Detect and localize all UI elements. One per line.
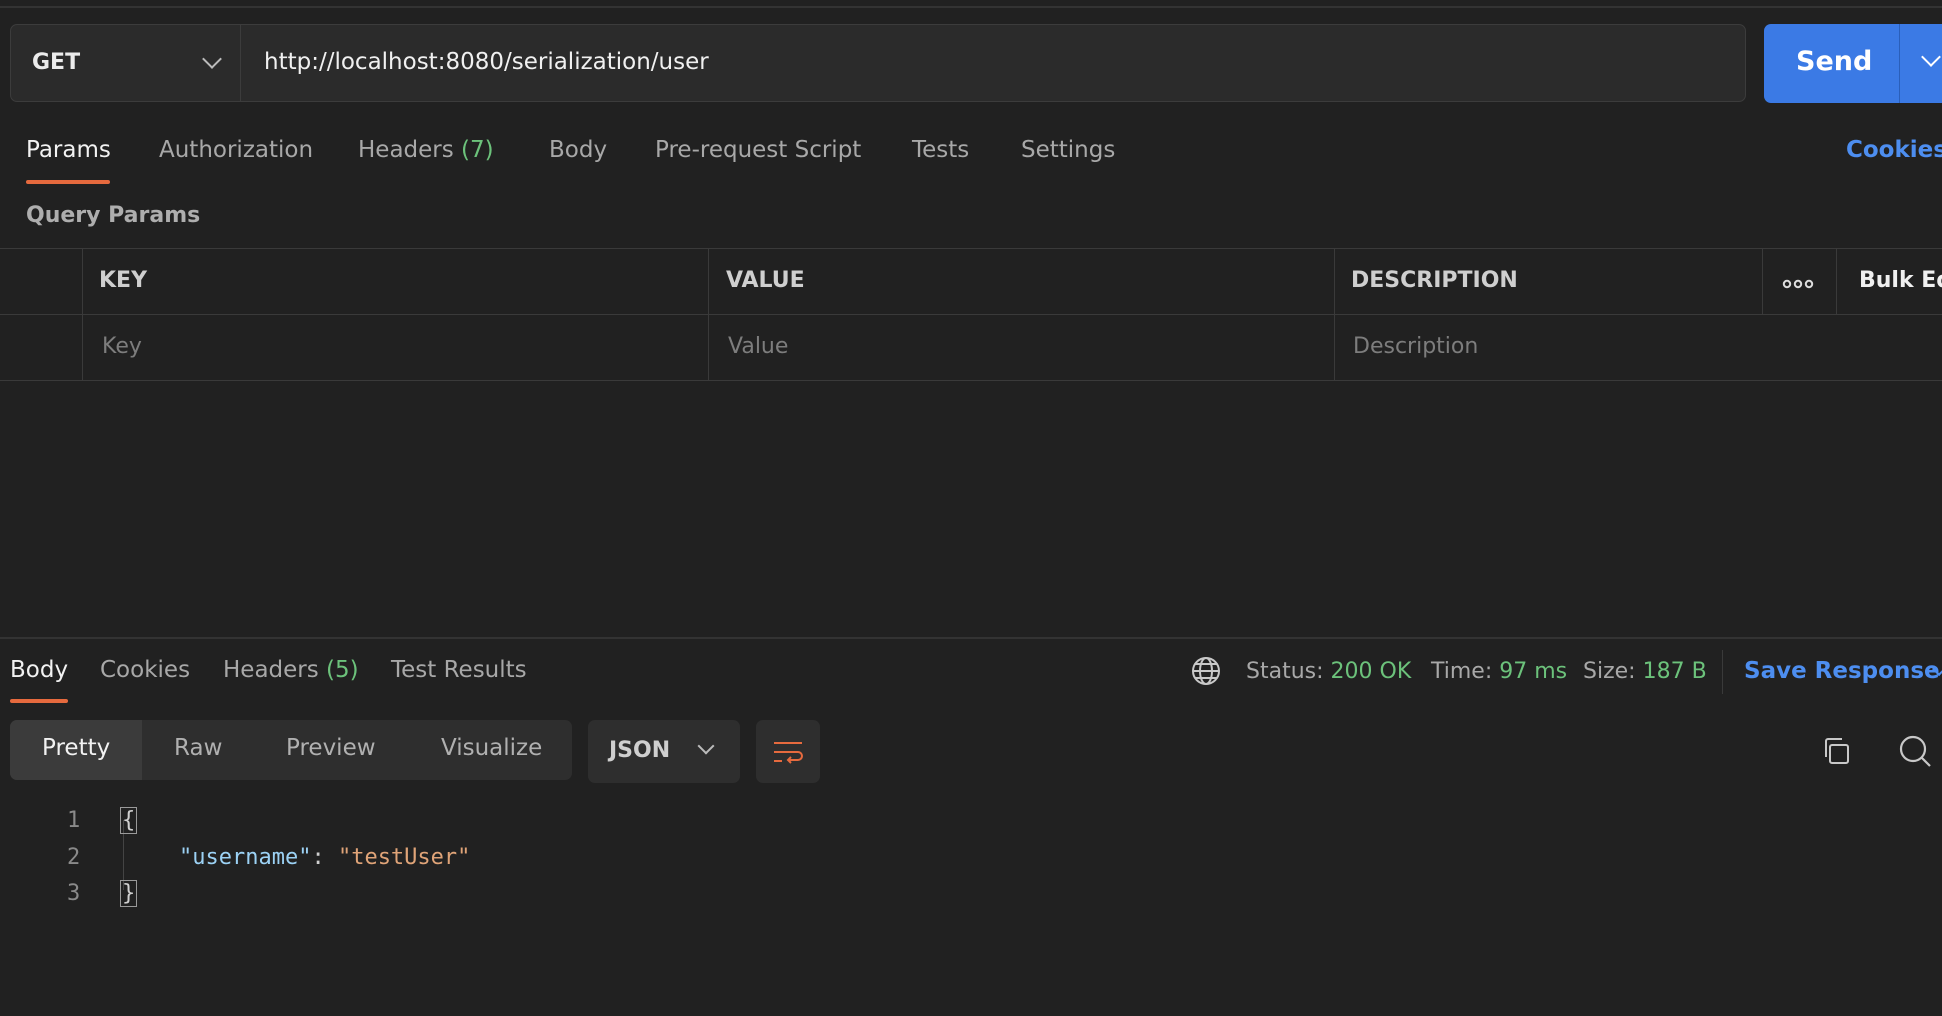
column-header-description: DESCRIPTION [1351,268,1518,293]
table-col-divider [1334,248,1335,380]
format-dropdown[interactable]: JSON [588,720,740,783]
time-readout[interactable]: Time: 97 ms [1431,659,1567,684]
wrap-lines-button[interactable] [756,720,820,783]
size-readout[interactable]: Size: 187 B [1583,659,1707,684]
save-response-button[interactable]: Save Response [1744,658,1940,684]
tab-headers[interactable]: Headers (7) [358,137,494,163]
chevron-down-icon [697,737,715,755]
search-icon[interactable] [1898,734,1932,772]
table-bottom-border [0,380,1942,381]
value-input[interactable]: Value [728,334,788,359]
view-mode-pretty[interactable]: Pretty [42,735,110,761]
headers-count: (7) [461,137,494,163]
status-readout[interactable]: Status: 200 OK [1246,659,1411,684]
table-header-border [0,314,1942,315]
code-line[interactable]: "username": "testUser" [179,845,470,870]
time-label: Time: [1431,659,1493,684]
code-line[interactable]: } [120,880,138,907]
send-label: Send [1796,46,1873,77]
table-col-divider [82,248,83,380]
format-label: JSON [609,738,671,763]
description-input[interactable]: Description [1353,334,1478,359]
status-value: 200 OK [1330,659,1412,684]
line-number: 1 [67,808,81,833]
response-active-tab-indicator [10,699,68,703]
close-brace: } [120,880,138,907]
response-tab-headers[interactable]: Headers (5) [223,657,359,683]
table-col-divider [1762,248,1763,314]
tab-body[interactable]: Body [549,137,607,163]
column-header-key: KEY [99,268,148,293]
response-headers-count: (5) [326,657,359,683]
url-input[interactable]: http://localhost:8080/serialization/user [264,49,709,75]
table-col-divider [708,248,709,380]
response-divider[interactable] [0,637,1942,639]
view-mode-visualize[interactable]: Visualize [441,735,542,761]
copy-icon[interactable] [1820,735,1852,771]
method-dropdown[interactable]: GET [11,25,241,101]
view-mode-switcher: Pretty Raw Preview Visualize [10,720,572,780]
status-label: Status: [1246,659,1324,684]
tab-tests[interactable]: Tests [912,137,969,163]
globe-icon[interactable] [1191,656,1221,690]
view-mode-raw[interactable]: Raw [174,735,222,761]
wrap-lines-icon [774,742,803,764]
table-top-border [0,248,1942,249]
send-options-chevron-icon[interactable] [1921,47,1941,67]
method-label: GET [32,50,81,75]
time-value: 97 ms [1499,659,1568,684]
size-value: 187 B [1642,659,1707,684]
open-brace: { [120,807,138,834]
line-number: 3 [67,881,81,906]
tab-pre-request-script[interactable]: Pre-request Script [655,137,861,163]
request-url-bar: GET http://localhost:8080/serialization/… [10,24,1746,102]
json-colon: : [311,845,338,870]
json-value: "testUser" [337,845,471,870]
column-header-value: VALUE [726,268,805,293]
key-input[interactable]: Key [102,334,142,359]
tab-params[interactable]: Params [26,137,111,163]
top-divider [0,6,1942,8]
line-number: 2 [67,845,81,870]
tab-headers-label: Headers [358,137,454,163]
table-col-divider [1836,248,1837,314]
query-params-title: Query Params [26,203,201,228]
response-headers-label: Headers [223,657,319,683]
response-tab-test-results[interactable]: Test Results [391,657,527,683]
chevron-down-icon [202,49,222,69]
code-line[interactable]: { [120,807,138,834]
bulk-edit-button[interactable]: Bulk Ed [1859,268,1942,293]
status-divider [1722,650,1723,694]
tab-settings[interactable]: Settings [1021,137,1115,163]
json-key: "username" [179,845,312,870]
size-label: Size: [1583,659,1636,684]
more-options-icon[interactable] [1782,275,1814,294]
cookies-link[interactable]: Cookies [1846,137,1942,163]
response-tab-cookies[interactable]: Cookies [100,657,190,683]
send-button[interactable]: Send [1764,24,1942,103]
view-mode-preview[interactable]: Preview [286,735,376,761]
tab-authorization[interactable]: Authorization [159,137,313,163]
response-tab-body[interactable]: Body [10,657,68,683]
send-divider [1899,24,1900,103]
active-tab-indicator [26,180,110,184]
